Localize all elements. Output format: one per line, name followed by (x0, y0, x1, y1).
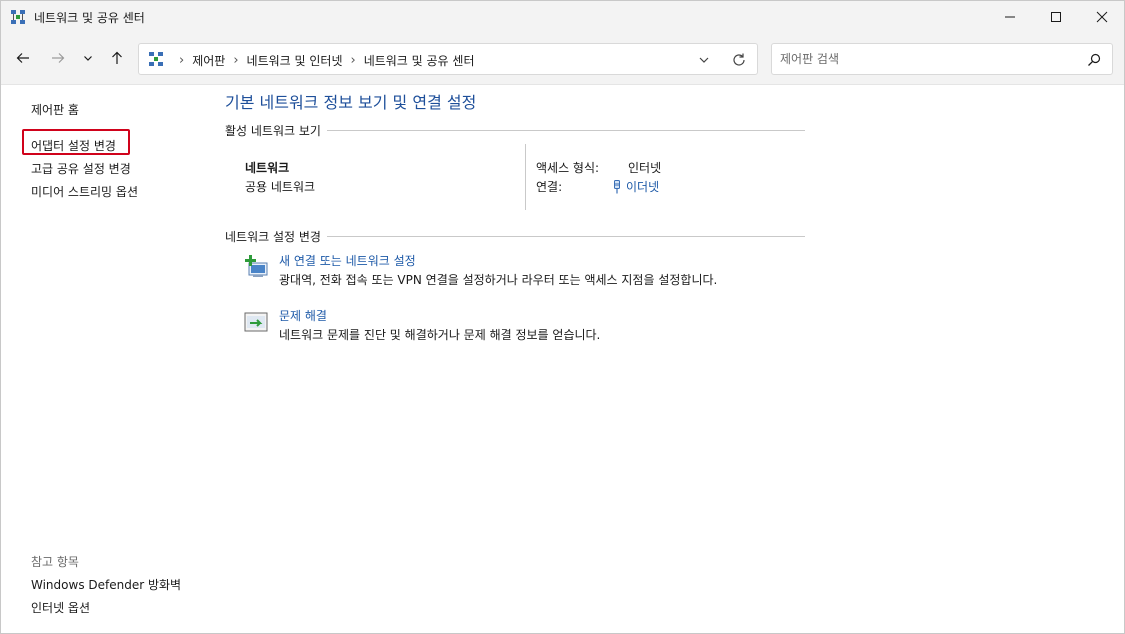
troubleshoot-task: 문제 해결 네트워크 문제를 진단 및 해결하거나 문제 해결 정보를 얻습니다… (243, 307, 943, 347)
breadcrumb-control-panel[interactable]: 제어판 (192, 52, 225, 69)
forward-button[interactable] (45, 45, 71, 71)
divider (326, 235, 805, 237)
maximize-icon (1051, 12, 1061, 22)
chevron-right-icon[interactable]: › (350, 53, 355, 68)
refresh-icon (733, 53, 745, 66)
network-center-icon (10, 9, 26, 25)
breadcrumb-network-internet[interactable]: 네트워크 및 인터넷 (247, 52, 343, 69)
chevron-right-icon[interactable]: › (179, 53, 184, 68)
title-bar[interactable]: 네트워크 및 공유 센터 (1, 1, 1124, 33)
access-type-value: 인터넷 (628, 161, 662, 175)
recent-locations-button[interactable] (75, 45, 101, 71)
control-panel-home-link[interactable]: 제어판 홈 (31, 101, 79, 118)
divider (326, 129, 805, 131)
close-icon (1096, 11, 1108, 23)
troubleshoot-link[interactable]: 문제 해결 (279, 307, 327, 324)
search-icon[interactable] (1086, 52, 1102, 68)
maximize-button[interactable] (1033, 1, 1079, 33)
defender-firewall-link[interactable]: Windows Defender 방화벽 (31, 576, 181, 593)
media-streaming-options-link[interactable]: 미디어 스트리밍 옵션 (31, 183, 138, 200)
minimize-icon (1005, 16, 1015, 18)
network-name: 네트워크 (245, 161, 290, 175)
arrow-up-icon (112, 51, 122, 64)
close-button[interactable] (1079, 1, 1124, 33)
breadcrumb: › 제어판 › 네트워크 및 인터넷 › 네트워크 및 공유 센터 (171, 52, 475, 69)
app-window: 네트워크 및 공유 센터 › 제어판 › 네트워크 및 인터넷 › 네트워크 및… (0, 0, 1125, 634)
page-title: 기본 네트워크 정보 보기 및 연결 설정 (225, 93, 477, 112)
new-connection-task: 새 연결 또는 네트워크 설정 광대역, 전화 접속 또는 VPN 연결을 설정… (243, 252, 943, 292)
ethernet-icon (614, 179, 620, 193)
window-title: 네트워크 및 공유 센터 (34, 11, 145, 25)
arrow-right-icon (52, 53, 65, 63)
task-description: 광대역, 전화 접속 또는 VPN 연결을 설정하거나 라우터 또는 액세스 지… (279, 273, 718, 287)
see-also-heading: 참고 항목 (31, 555, 79, 569)
section-heading: 활성 네트워크 보기 (225, 123, 321, 138)
divider (525, 144, 526, 210)
connection-label: 연결: (536, 180, 563, 194)
advanced-sharing-settings-link[interactable]: 고급 공유 설정 변경 (31, 160, 131, 177)
search-input[interactable] (780, 50, 1080, 68)
chevron-right-icon[interactable]: › (233, 53, 238, 68)
new-connection-link[interactable]: 새 연결 또는 네트워크 설정 (279, 252, 416, 269)
chevron-down-icon (84, 56, 92, 61)
ethernet-connection-link[interactable]: 이더넷 (612, 178, 659, 195)
address-bar[interactable]: › 제어판 › 네트워크 및 인터넷 › 네트워크 및 공유 센터 (138, 43, 758, 75)
control-panel-icon (148, 51, 164, 67)
main-content: 기본 네트워크 정보 보기 및 연결 설정 활성 네트워크 보기 네트워크 공용… (225, 86, 1105, 626)
new-connection-icon (243, 254, 269, 280)
access-type-label: 액세스 형식: (536, 161, 600, 175)
ethernet-link-text[interactable]: 이더넷 (626, 178, 659, 195)
navigation-bar: › 제어판 › 네트워크 및 인터넷 › 네트워크 및 공유 센터 (1, 33, 1124, 85)
network-type: 공용 네트워크 (245, 180, 316, 194)
refresh-button[interactable] (731, 52, 747, 68)
search-box[interactable] (771, 43, 1113, 75)
arrow-left-icon (16, 53, 29, 63)
section-heading: 네트워크 설정 변경 (225, 229, 321, 244)
back-button[interactable] (10, 45, 36, 71)
address-dropdown-button[interactable] (696, 52, 712, 68)
change-settings-section: 네트워크 설정 변경 (225, 228, 805, 244)
chevron-down-icon (699, 57, 709, 63)
internet-options-link[interactable]: 인터넷 옵션 (31, 599, 90, 616)
active-networks-section: 활성 네트워크 보기 (225, 122, 805, 138)
task-description: 네트워크 문제를 진단 및 해결하거나 문제 해결 정보를 얻습니다. (279, 328, 601, 342)
minimize-button[interactable] (987, 1, 1033, 33)
change-adapter-settings-link[interactable]: 어댑터 설정 변경 (31, 137, 116, 154)
breadcrumb-network-sharing[interactable]: 네트워크 및 공유 센터 (364, 52, 475, 69)
left-pane: 제어판 홈 어댑터 설정 변경 고급 공유 설정 변경 미디어 스트리밍 옵션 … (1, 86, 211, 633)
up-button[interactable] (104, 45, 130, 71)
troubleshoot-icon (243, 309, 269, 335)
